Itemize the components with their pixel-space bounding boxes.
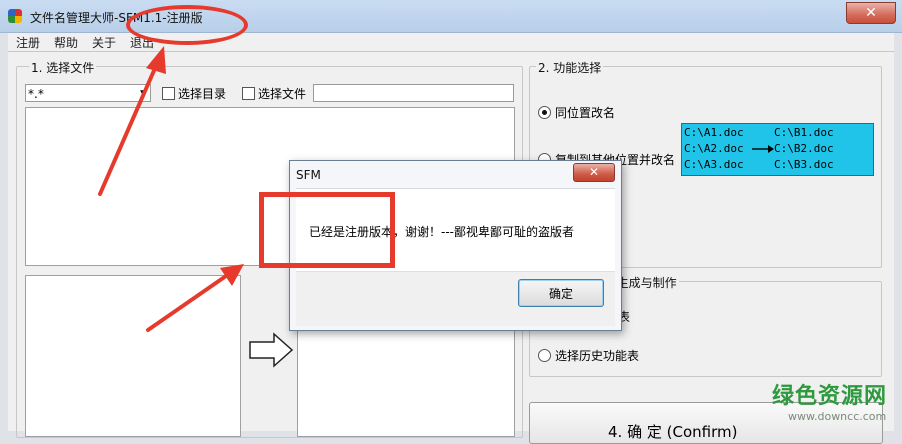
annotation-arrow-to-dialog	[146, 264, 244, 332]
annotation-arrows	[98, 46, 244, 332]
watermark-url: www.downcc.com	[788, 410, 887, 423]
watermark-logo-text: 绿色资源网	[772, 384, 888, 409]
annotation-arrow-to-title	[98, 46, 166, 196]
